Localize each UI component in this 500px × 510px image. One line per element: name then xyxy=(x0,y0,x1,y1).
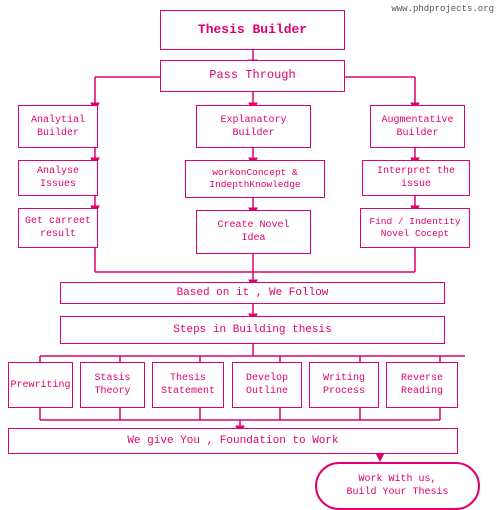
get-carret-box: Get carreet result xyxy=(18,208,98,248)
thesis-builder-box: Thesis Builder xyxy=(160,10,345,50)
diagram: www.phdprojects.org xyxy=(0,0,500,500)
develop-outline-box: Develop Outline xyxy=(232,362,302,408)
analyse-issues-box: Analyse Issues xyxy=(18,160,98,196)
watermark: www.phdprojects.org xyxy=(391,4,494,14)
create-novel-box: Create Novel Idea xyxy=(196,210,311,254)
prewriting-box: Prewriting xyxy=(8,362,73,408)
steps-box: Steps in Building thesis xyxy=(60,316,445,344)
augmentative-builder-box: Augmentative Builder xyxy=(370,105,465,148)
find-indentity-box: Find / Indentity Novel Cocept xyxy=(360,208,470,248)
work-with-oval: Work With us, Build Your Thesis xyxy=(315,462,480,510)
writing-process-box: Writing Process xyxy=(309,362,379,408)
stasis-theory-box: Stasis Theory xyxy=(80,362,145,408)
workon-box: workonConcept & IndepthKnowledge xyxy=(185,160,325,198)
explanatory-builder-box: Explanatory Builder xyxy=(196,105,311,148)
based-on-box: Based on it , We Follow xyxy=(60,282,445,304)
analytical-builder-box: Analytial Builder xyxy=(18,105,98,148)
thesis-statement-box: Thesis Statement xyxy=(152,362,224,408)
pass-through-box: Pass Through xyxy=(160,60,345,92)
foundation-box: We give You , Foundation to Work xyxy=(8,428,458,454)
reverse-reading-box: Reverse Reading xyxy=(386,362,458,408)
interpret-box: Interpret the issue xyxy=(362,160,470,196)
